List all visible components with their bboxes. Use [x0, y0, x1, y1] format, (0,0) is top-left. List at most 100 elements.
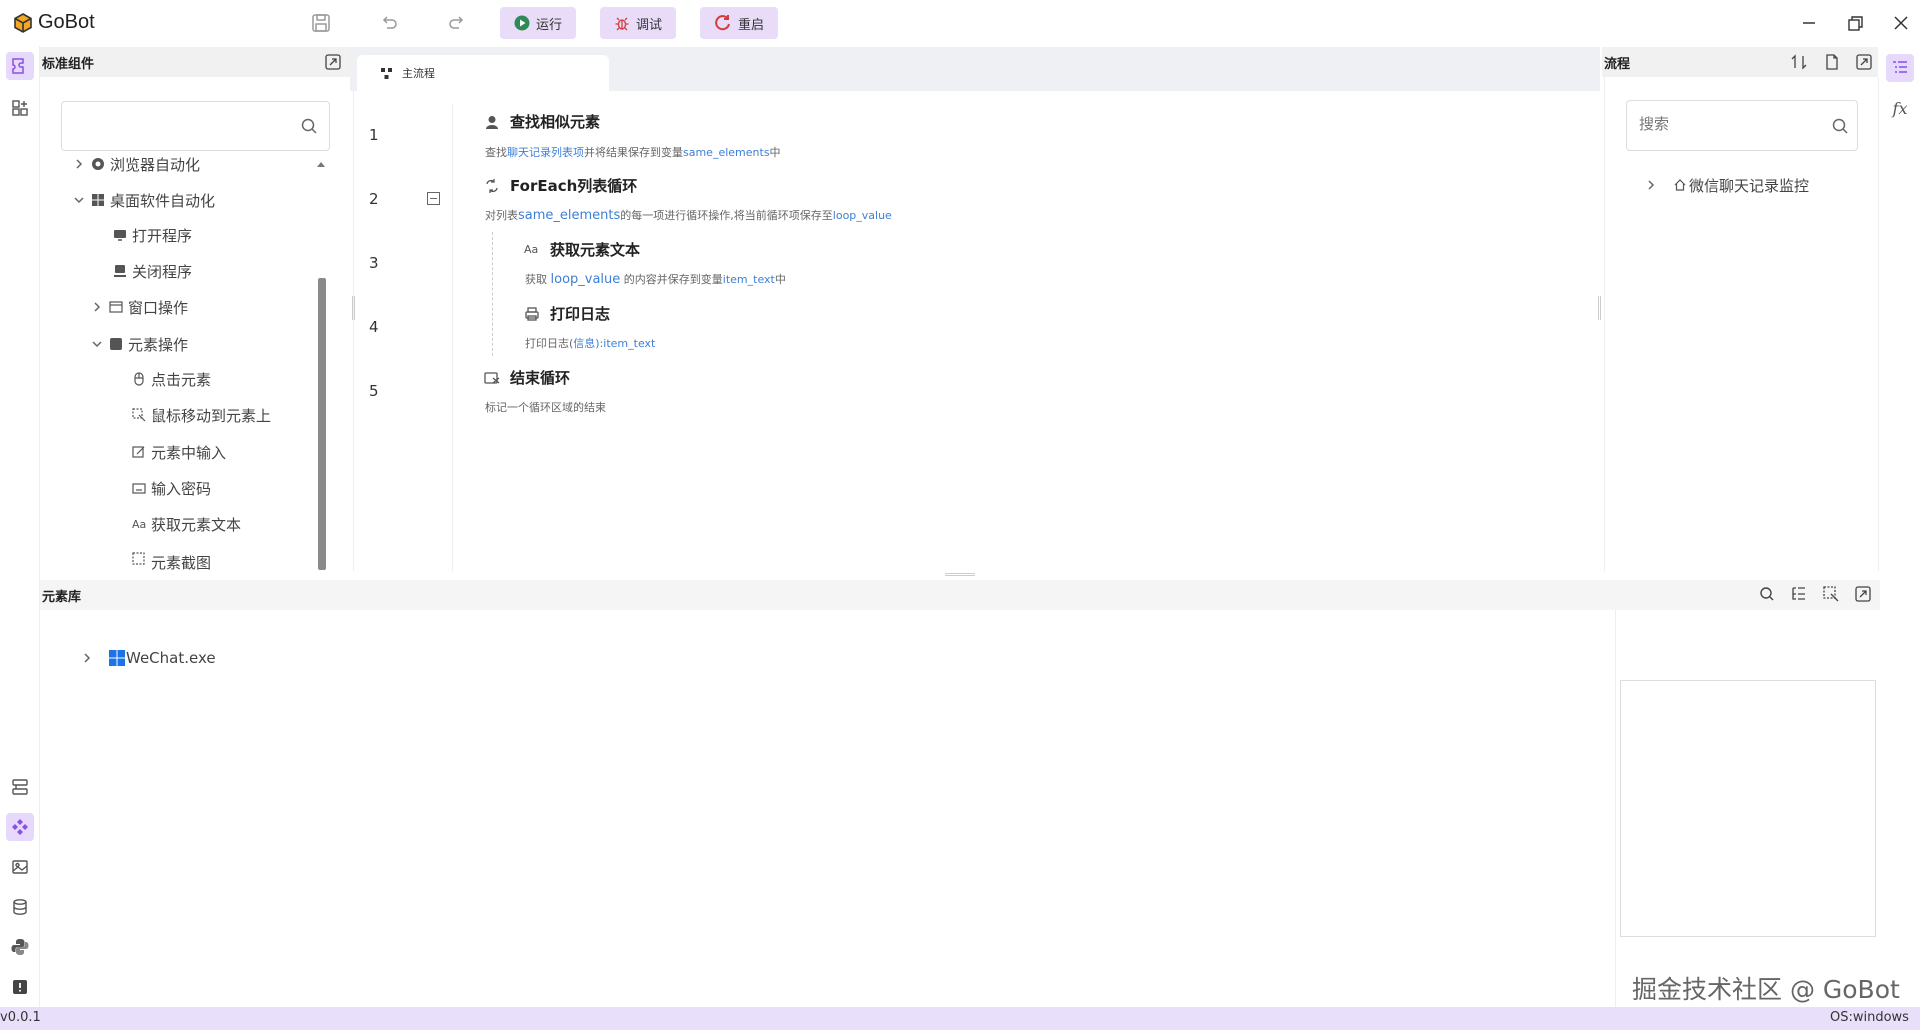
- desc-variable[interactable]: loop_value: [551, 272, 621, 287]
- collapse-panel-icon[interactable]: [324, 53, 342, 71]
- debug-label: 调试: [636, 17, 663, 33]
- tree-item-label: 关闭程序: [132, 262, 193, 281]
- step-description: 获取 loop_value 的内容并保存到变量item_text中: [525, 271, 786, 287]
- close-window-icon[interactable]: [1886, 8, 1916, 38]
- desc-level[interactable]: 信息: [573, 337, 595, 350]
- desc-text: 查找: [485, 146, 507, 159]
- flow-step-find-similar[interactable]: 查找相似元素: [484, 111, 600, 132]
- tab-main-flow[interactable]: 主流程: [357, 55, 609, 91]
- capture-element-icon[interactable]: [1822, 585, 1840, 603]
- outline-icon[interactable]: [1886, 54, 1914, 82]
- flow-list-icon[interactable]: [6, 773, 34, 801]
- desc-variable[interactable]: same_elements: [518, 208, 620, 223]
- os-label: OS:windows: [1830, 1010, 1909, 1025]
- image-icon[interactable]: [6, 853, 34, 881]
- minimize-icon[interactable]: [1794, 8, 1824, 38]
- tree-item-desktop[interactable]: 桌面软件自动化: [72, 185, 215, 215]
- component-search-input[interactable]: [61, 101, 330, 151]
- search-icon[interactable]: [1758, 585, 1776, 603]
- scrollbar-thumb[interactable]: [318, 278, 326, 570]
- tree-item-browser[interactable]: 浏览器自动化: [72, 149, 200, 179]
- fold-toggle-icon[interactable]: [427, 192, 440, 205]
- collapse-panel-icon[interactable]: [1855, 53, 1873, 71]
- tree-item-open-program[interactable]: 打开程序: [113, 220, 192, 250]
- desc-text: 打印日志(: [525, 337, 574, 350]
- layout-icon[interactable]: [6, 94, 34, 122]
- flow-step-foreach[interactable]: ForEach列表循环: [484, 175, 637, 196]
- component-search-field[interactable]: [70, 102, 280, 148]
- step-description: 查找聊天记录列表项并将结果保存到变量same_elements中: [485, 144, 781, 160]
- flow-step-end-loop[interactable]: 结束循环: [484, 367, 570, 388]
- line-number: 2: [369, 190, 379, 208]
- desc-variable[interactable]: item_text: [723, 273, 775, 286]
- line-number: 3: [369, 254, 379, 272]
- debug-button[interactable]: 调试: [600, 7, 677, 39]
- step-title: 打印日志: [550, 305, 611, 323]
- flow-step-get-text[interactable]: Aa 获取元素文本: [524, 239, 640, 260]
- tree-item-label: 输入密码: [151, 479, 212, 498]
- tree-item-label: 桌面软件自动化: [110, 191, 216, 210]
- gutter-divider: [452, 104, 453, 571]
- desc-variable[interactable]: loop_value: [833, 209, 892, 222]
- restart-button[interactable]: 重启: [700, 7, 779, 39]
- flow-step-print-log[interactable]: 打印日志: [524, 303, 610, 324]
- vertical-splitter-left[interactable]: [352, 296, 355, 320]
- step-description: 对列表same_elements的每一项进行循环操作,将当前循环项保存至loop…: [485, 207, 892, 223]
- tree-item-hover-element[interactable]: 鼠标移动到元素上: [132, 400, 271, 430]
- element-lib-item-wechat[interactable]: WeChat.exe: [80, 643, 216, 673]
- chevron-right-icon: [76, 159, 83, 169]
- element-library-icon[interactable]: [6, 813, 34, 841]
- printer-icon: [525, 306, 539, 321]
- scroll-up-icon[interactable]: [316, 160, 326, 168]
- search-icon[interactable]: [300, 117, 318, 135]
- function-icon[interactable]: fx: [1886, 94, 1914, 122]
- desc-variable[interactable]: item_text: [603, 337, 655, 350]
- sort-icon[interactable]: [1790, 53, 1808, 71]
- save-icon[interactable]: [310, 12, 332, 34]
- tree-item-close-program[interactable]: 关闭程序: [113, 256, 192, 286]
- tree-item-element-ops[interactable]: 元素操作: [90, 329, 188, 359]
- password-icon: [132, 483, 146, 494]
- tree-view-icon[interactable]: [1790, 585, 1808, 603]
- tree-item-label: 元素截图: [151, 554, 212, 570]
- components-scrollbar[interactable]: [316, 160, 326, 570]
- flow-search-box[interactable]: [1626, 100, 1858, 151]
- chevron-down-icon: [92, 341, 102, 348]
- run-button[interactable]: 运行: [500, 7, 577, 39]
- loop-guide-line: [492, 232, 493, 356]
- tree-item-input-element[interactable]: 元素中输入: [132, 437, 226, 467]
- tree-item-window-ops[interactable]: 窗口操作: [90, 292, 188, 322]
- vertical-splitter-right[interactable]: [1598, 296, 1601, 320]
- line-number: 5: [369, 382, 379, 400]
- locate-element-icon: [486, 115, 498, 129]
- components-icon[interactable]: [6, 52, 34, 80]
- bug-icon: [615, 17, 629, 31]
- alert-icon[interactable]: [6, 973, 34, 1001]
- element-lib-header: 元素库: [40, 580, 1880, 610]
- chevron-right-icon: [94, 302, 101, 312]
- flow-search-input[interactable]: [1639, 101, 1819, 148]
- undo-icon[interactable]: [378, 12, 400, 34]
- flow-tab-icon: [381, 67, 392, 79]
- flow-item-wechat-monitor[interactable]: 微信聊天记录监控: [1644, 170, 1809, 200]
- tree-item-click-element[interactable]: 点击元素: [132, 364, 211, 394]
- screenshot-icon: [132, 552, 145, 565]
- tree-item-screenshot[interactable]: 元素截图: [132, 546, 211, 570]
- mouse-icon: [134, 372, 144, 386]
- tree-item-label: 窗口操作: [128, 298, 189, 317]
- right-rail: [1880, 46, 1920, 1007]
- redo-icon[interactable]: [446, 12, 468, 34]
- collapse-panel-icon[interactable]: [1854, 585, 1872, 603]
- tree-item-get-text[interactable]: Aa 获取元素文本: [132, 509, 241, 539]
- restart-label: 重启: [738, 17, 765, 33]
- step-title: 查找相似元素: [510, 113, 601, 131]
- horizontal-splitter[interactable]: [945, 573, 975, 576]
- database-icon[interactable]: [6, 893, 34, 921]
- desc-variable[interactable]: same_elements: [683, 146, 770, 159]
- python-icon[interactable]: [6, 933, 34, 961]
- search-icon[interactable]: [1831, 117, 1849, 135]
- tree-item-input-password[interactable]: 输入密码: [132, 473, 211, 503]
- desc-link-element[interactable]: 聊天记录列表项: [507, 146, 584, 159]
- restore-icon[interactable]: [1840, 8, 1870, 38]
- new-file-icon[interactable]: [1823, 53, 1841, 71]
